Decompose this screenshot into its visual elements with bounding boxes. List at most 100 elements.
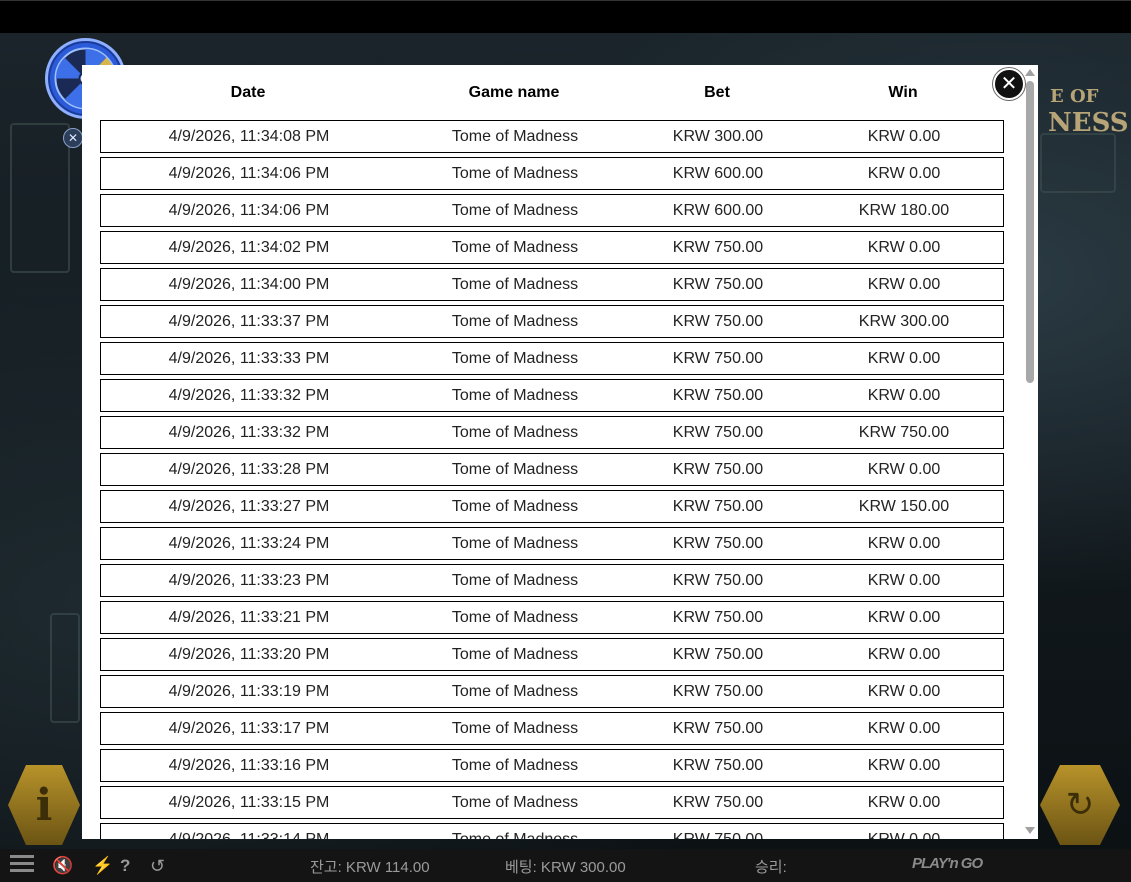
row-date: 4/9/2026, 11:33:33 PM: [168, 350, 330, 367]
row-game-name: Tome of Madness: [451, 461, 579, 478]
row-game-name: Tome of Madness: [451, 128, 579, 145]
history-row: 4/9/2026, 11:33:33 PM Tome of Madness KRW …: [100, 342, 1004, 375]
row-game-name: Tome of Madness: [451, 424, 579, 441]
row-date: 4/9/2026, 11:34:06 PM: [168, 165, 330, 182]
logo-line-2: NESS: [1048, 108, 1129, 138]
status-bar: 🔇 ⚡ ? ↺ 잔고: KRW 114.00 베팅: KRW 300.00 승리…: [0, 849, 1131, 882]
row-bet: KRW 750.00: [672, 350, 764, 367]
modal-close-button[interactable]: ✕: [993, 68, 1025, 100]
history-row: 4/9/2026, 11:33:16 PM Tome of Madness KRW …: [100, 749, 1004, 782]
scroll-thumb[interactable]: [1026, 81, 1034, 383]
row-game-name: Tome of Madness: [451, 350, 579, 367]
row-date: 4/9/2026, 11:34:08 PM: [168, 128, 330, 145]
row-win: KRW 0.00: [867, 683, 941, 700]
row-game-name: Tome of Madness: [451, 794, 579, 811]
row-game-name: Tome of Madness: [451, 239, 579, 256]
history-row: 4/9/2026, 11:33:32 PM Tome of Madness KRW …: [100, 379, 1004, 412]
row-date: 4/9/2026, 11:33:27 PM: [168, 498, 330, 515]
row-game-name: Tome of Madness: [451, 683, 579, 700]
row-date: 4/9/2026, 11:33:37 PM: [168, 313, 330, 330]
row-date: 4/9/2026, 11:33:28 PM: [168, 461, 330, 478]
decorative-frame: [10, 123, 70, 273]
game-logo: E OF NESS: [1038, 78, 1129, 158]
row-win: KRW 0.00: [867, 165, 941, 182]
row-win: KRW 0.00: [867, 276, 941, 293]
row-win: KRW 0.00: [867, 128, 941, 145]
game-history-modal: Date Game name Bet Win 4/9/2026, 11:34:0…: [82, 65, 1038, 839]
history-rows: 4/9/2026, 11:34:08 PM Tome of Madness KRW …: [100, 120, 1004, 839]
row-bet: KRW 750.00: [672, 387, 764, 404]
scroll-down-arrow-icon[interactable]: [1025, 827, 1035, 834]
autoplay-icon: ↻: [1065, 786, 1095, 824]
row-win: KRW 0.00: [867, 757, 941, 774]
history-row: 4/9/2026, 11:33:19 PM Tome of Madness KRW …: [100, 675, 1004, 708]
balance-text: 잔고: KRW 114.00: [310, 859, 430, 876]
row-bet: KRW 750.00: [672, 646, 764, 663]
help-icon[interactable]: ?: [120, 856, 130, 876]
scroll-up-arrow-icon[interactable]: [1025, 69, 1035, 76]
menu-icon[interactable]: [10, 855, 34, 873]
row-date: 4/9/2026, 11:33:24 PM: [168, 535, 330, 552]
info-icon: i: [35, 779, 53, 831]
row-game-name: Tome of Madness: [451, 387, 579, 404]
header-bet: Bet: [704, 84, 730, 101]
header-date: Date: [230, 84, 266, 101]
top-bar: [0, 0, 1131, 33]
row-bet: KRW 750.00: [672, 720, 764, 737]
row-game-name: Tome of Madness: [397, 831, 633, 839]
row-bet: KRW 750.00: [672, 313, 764, 330]
row-date: 4/9/2026, 11:33:19 PM: [168, 683, 330, 700]
header-game-name: Game name: [468, 84, 560, 101]
row-bet: KRW 750.00: [672, 498, 764, 515]
row-win: KRW 150.00: [858, 498, 950, 515]
row-date: 4/9/2026, 11:33:32 PM: [168, 387, 330, 404]
history-row: 4/9/2026, 11:33:17 PM Tome of Madness KRW …: [100, 712, 1004, 745]
row-game-name: Tome of Madness: [451, 646, 579, 663]
row-game-name: Tome of Madness: [451, 202, 579, 219]
row-bet: KRW 300.00: [672, 128, 764, 145]
row-bet: KRW 750.00: [672, 461, 764, 478]
row-win: KRW 0.00: [867, 720, 941, 737]
close-icon: ✕: [67, 131, 79, 145]
row-bet: KRW 750.00: [672, 794, 764, 811]
row-date: 4/9/2026, 11:34:06 PM: [168, 202, 330, 219]
row-bet: KRW 750.00: [672, 424, 764, 441]
history-table-header: Date Game name Bet Win: [100, 65, 1004, 120]
win-text: 승리:: [755, 859, 787, 876]
provider-logo: PLAY'n GO: [912, 855, 983, 872]
row-date: 4/9/2026, 11:33:16 PM: [168, 757, 330, 774]
close-icon: ✕: [1000, 71, 1018, 95]
row-win: KRW 300.00: [858, 313, 950, 330]
row-date: 4/9/2026, 11:33:17 PM: [168, 720, 330, 737]
history-icon[interactable]: ↺: [150, 856, 165, 877]
bet-text: 베팅: KRW 300.00: [505, 859, 626, 876]
scrollbar[interactable]: [1022, 65, 1038, 839]
row-win: KRW 0.00: [803, 831, 1005, 839]
header-win: Win: [888, 84, 918, 101]
turbo-icon[interactable]: ⚡: [92, 856, 113, 876]
row-win: KRW 0.00: [867, 794, 941, 811]
row-date: 4/9/2026, 11:33:23 PM: [168, 572, 330, 589]
row-bet: KRW 750.00: [672, 239, 764, 256]
history-row: 4/9/2026, 11:34:00 PM Tome of Madness KRW …: [100, 268, 1004, 301]
history-row: 4/9/2026, 11:33:32 PM Tome of Madness KRW …: [100, 416, 1004, 449]
row-win: KRW 0.00: [867, 461, 941, 478]
row-bet: KRW 750.00: [672, 535, 764, 552]
history-row: 4/9/2026, 11:33:20 PM Tome of Madness KRW …: [100, 638, 1004, 671]
row-bet: KRW 750.00: [633, 831, 803, 839]
row-game-name: Tome of Madness: [451, 572, 579, 589]
history-row: 4/9/2026, 11:34:06 PM Tome of Madness KRW …: [100, 194, 1004, 227]
history-row: 4/9/2026, 11:33:28 PM Tome of Madness KRW …: [100, 453, 1004, 486]
row-date: 4/9/2026, 11:34:02 PM: [168, 239, 330, 256]
history-row: 4/9/2026, 11:33:24 PM Tome of Madness KRW …: [100, 527, 1004, 560]
history-row: 4/9/2026, 11:33:14 PMTome of MadnessKRW …: [100, 823, 1004, 839]
history-row: 4/9/2026, 11:33:21 PM Tome of Madness KRW …: [100, 601, 1004, 634]
row-win: KRW 0.00: [867, 609, 941, 626]
history-row: 4/9/2026, 11:33:23 PM Tome of Madness KRW …: [100, 564, 1004, 597]
row-bet: KRW 750.00: [672, 609, 764, 626]
row-game-name: Tome of Madness: [451, 720, 579, 737]
row-game-name: Tome of Madness: [451, 165, 579, 182]
row-win: KRW 750.00: [858, 424, 950, 441]
mute-icon[interactable]: 🔇: [52, 856, 73, 876]
wheel-close-button[interactable]: ✕: [63, 128, 83, 148]
